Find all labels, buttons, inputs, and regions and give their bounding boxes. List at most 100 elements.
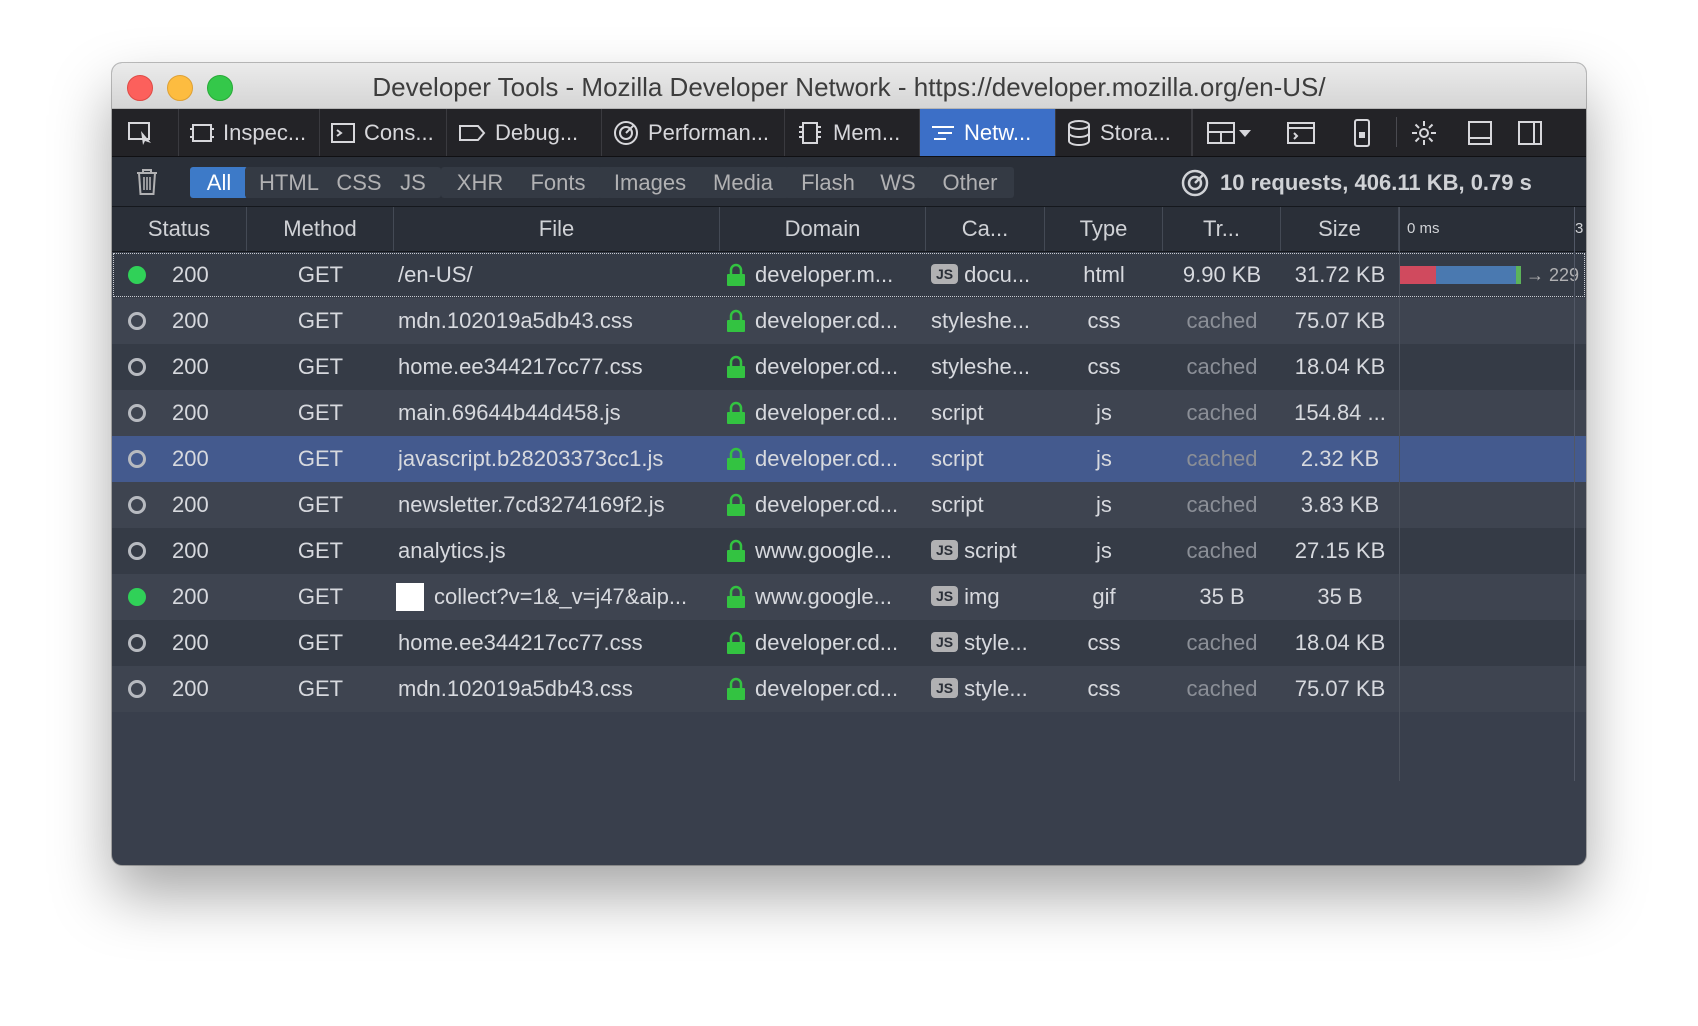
- tab-storage[interactable]: Stora...: [1056, 109, 1192, 156]
- tab-label: Cons...: [364, 119, 434, 145]
- type: css: [1087, 354, 1121, 379]
- cause: script: [931, 482, 1043, 528]
- settings-button[interactable]: [1397, 109, 1459, 156]
- status-indicator: [128, 588, 146, 606]
- filter-ws-button[interactable]: WS: [866, 167, 930, 198]
- filter-bar: All HTML CSS JS XHR Fonts Images Media F…: [112, 157, 1586, 207]
- js-badge-icon[interactable]: JS: [931, 586, 959, 607]
- column-header-cause[interactable]: Ca...: [926, 207, 1045, 251]
- table-row[interactable]: 200 GET/en-US/developer.m... JS docu... html…: [112, 252, 1586, 298]
- column-header-status[interactable]: Status: [112, 207, 247, 251]
- table-row[interactable]: 200 GET javascript.b28203373cc1.js develope…: [112, 436, 1586, 482]
- performance-analysis-icon[interactable]: [1180, 168, 1210, 198]
- filter-other-button[interactable]: Other: [926, 167, 1014, 198]
- size: 18.04 KB: [1294, 630, 1386, 655]
- status-code: 200: [172, 262, 209, 287]
- filter-images-button[interactable]: Images: [598, 167, 702, 198]
- type: css: [1087, 630, 1121, 655]
- cause-label: script: [964, 538, 1017, 563]
- dock-side-button[interactable]: [1509, 109, 1559, 156]
- tab-performance[interactable]: Performan...: [602, 109, 785, 156]
- status-code: 200: [172, 354, 209, 379]
- lock-icon: [727, 355, 745, 378]
- status-code: 200: [172, 630, 209, 655]
- filter-js-button[interactable]: JS: [385, 167, 441, 198]
- tab-label: Performan...: [648, 119, 770, 145]
- column-header-domain[interactable]: Domain: [720, 207, 926, 251]
- tab-debugger[interactable]: Debug...: [447, 109, 602, 156]
- filter-media-button[interactable]: Media: [697, 167, 789, 198]
- js-badge-icon[interactable]: JS: [931, 540, 959, 561]
- column-header-file[interactable]: File: [394, 207, 720, 251]
- cause: styleshe...: [931, 298, 1043, 344]
- table-row[interactable]: 200 GET analytics.js www.google... JS script j…: [112, 528, 1586, 574]
- filter-xhr-button[interactable]: XHR: [441, 167, 519, 198]
- status-code: 200: [172, 584, 209, 609]
- file-name: home.ee344217cc77.css: [398, 354, 643, 379]
- frame-select-button[interactable]: [1192, 109, 1274, 156]
- column-header-size[interactable]: Size: [1281, 207, 1399, 251]
- js-badge-icon[interactable]: JS: [931, 678, 959, 699]
- type: html: [1083, 262, 1125, 287]
- transferred: cached: [1186, 630, 1258, 655]
- size: 2.32 KB: [1300, 446, 1380, 471]
- waterfall-receive-bar: [1516, 266, 1521, 284]
- element-picker-button[interactable]: [112, 109, 179, 156]
- tab-inspector[interactable]: Inspec...: [179, 109, 320, 156]
- table-row[interactable]: 200 GET mdn.102019a5db43.css developer.cd..…: [112, 666, 1586, 712]
- table-row[interactable]: 200 GET home.ee344217cc77.css developer.cd.…: [112, 344, 1586, 390]
- filter-html-button[interactable]: HTML: [245, 167, 333, 198]
- tab-console[interactable]: Cons...: [320, 109, 447, 156]
- filter-all-button[interactable]: All: [190, 167, 248, 198]
- status-indicator: [128, 358, 146, 376]
- transferred: 9.90 KB: [1182, 262, 1262, 287]
- network-icon: [932, 125, 954, 140]
- column-header-transferred[interactable]: Tr...: [1163, 207, 1281, 251]
- file-name: /en-US/: [398, 262, 473, 287]
- method: GET: [297, 538, 344, 563]
- devtools-toolbar: Inspec... Cons... Debug... Performan... …: [112, 109, 1586, 157]
- filter-flash-button[interactable]: Flash: [785, 167, 871, 198]
- cause: styleshe...: [931, 344, 1043, 390]
- transferred: cached: [1186, 400, 1258, 425]
- column-header-waterfall[interactable]: 0 ms: [1399, 207, 1574, 251]
- storage-icon: [1068, 119, 1090, 146]
- transferred: cached: [1186, 308, 1258, 333]
- table-row[interactable]: 200 GET home.ee344217cc77.css developer.cd.…: [112, 620, 1586, 666]
- status-code: 200: [172, 492, 209, 517]
- request-list: 200 GET/en-US/developer.m... JS docu... html…: [112, 252, 1586, 712]
- js-badge-icon[interactable]: JS: [931, 632, 959, 653]
- type: css: [1087, 308, 1121, 333]
- tab-network[interactable]: Netw...: [920, 109, 1056, 156]
- lock-icon: [727, 585, 745, 608]
- status-indicator: [128, 266, 146, 284]
- dock-bottom-button[interactable]: [1459, 109, 1509, 156]
- debugger-icon: [459, 124, 486, 141]
- table-row[interactable]: 200 GET collect?v=1&_v=j47&aip... www.googl…: [112, 574, 1586, 620]
- responsive-mode-button[interactable]: [1336, 109, 1396, 156]
- clear-button[interactable]: [134, 167, 160, 202]
- scratchpad-button[interactable]: [1274, 109, 1336, 156]
- tab-memory[interactable]: Mem...: [785, 109, 920, 156]
- waterfall-blocked-bar: [1400, 266, 1436, 284]
- js-badge-icon[interactable]: JS: [931, 264, 959, 285]
- table-row[interactable]: 200 GET mdn.102019a5db43.css developer.cd..…: [112, 298, 1586, 344]
- filter-fonts-button[interactable]: Fonts: [514, 167, 602, 198]
- waterfall-divider: [1399, 207, 1400, 781]
- gear-icon: [1412, 120, 1436, 145]
- status-code: 200: [172, 400, 209, 425]
- column-header-type[interactable]: Type: [1045, 207, 1163, 251]
- transferred: cached: [1186, 676, 1258, 701]
- table-row[interactable]: 200 GET newsletter.7cd3274169f2.js develope…: [112, 482, 1586, 528]
- summary-text: 10 requests, 406.11 KB, 0.79 s: [1220, 170, 1532, 195]
- size: 75.07 KB: [1294, 676, 1386, 701]
- file-name: mdn.102019a5db43.css: [398, 676, 633, 701]
- method: GET: [297, 492, 344, 517]
- column-header-method[interactable]: Method: [247, 207, 394, 251]
- transferred: cached: [1186, 492, 1258, 517]
- domain: developer.cd...: [755, 492, 899, 517]
- table-row[interactable]: 200 GET main.69644b44d458.js developer.cd..…: [112, 390, 1586, 436]
- cause: script: [931, 390, 1043, 436]
- request-summary: 10 requests, 406.11 KB, 0.79 s: [1180, 167, 1532, 198]
- file-name: analytics.js: [398, 538, 506, 563]
